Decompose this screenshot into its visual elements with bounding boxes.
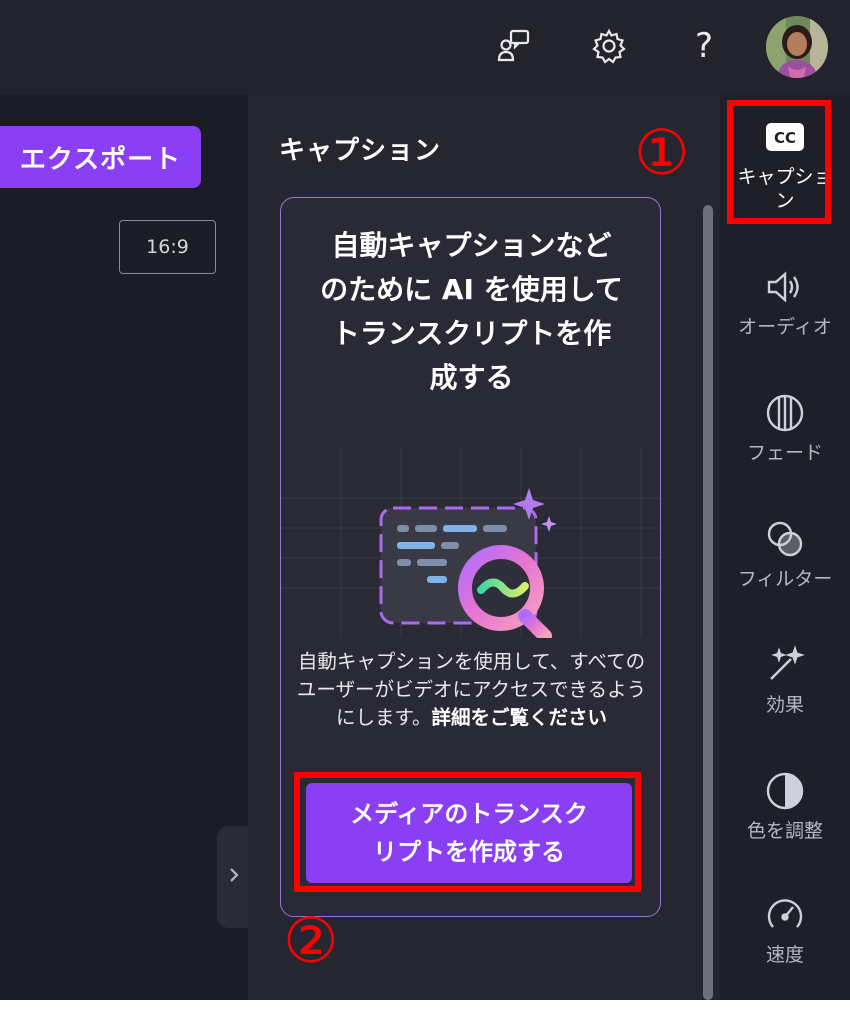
rail-label: フェード (746, 442, 823, 464)
card-description: 自動キャプションを使用して、すべてのユーザーがビデオにアクセスできるようにします… (296, 650, 647, 729)
card-heading: 自動キャプションなど のために AI を使用して トランスクリプトを作 成する (320, 229, 623, 394)
rail-item-effects[interactable]: 効果 (720, 643, 850, 753)
contrast-icon (763, 769, 807, 813)
transcript-illustration (281, 438, 660, 643)
cc-icon: CC (763, 115, 807, 159)
top-bar: ? (0, 0, 850, 95)
rail-item-color-adjust[interactable]: 色を調整 (720, 769, 850, 879)
caption-panel: キャプション 自動キャプションなど のために AI を使用して トランスクリプト… (248, 95, 720, 1000)
annotation-marker-2: ② (283, 904, 339, 977)
filter-icon (763, 517, 807, 561)
export-button[interactable]: エクスポート (0, 126, 201, 188)
transcript-card: 自動キャプションなど のために AI を使用して トランスクリプトを作 成する (280, 197, 661, 917)
speaker-icon (763, 265, 807, 309)
rail-item-audio[interactable]: オーディオ (720, 265, 850, 375)
speedometer-icon (763, 893, 807, 937)
clipchamp-editor: ? エクスポート 16:9 キャプション 自動キャプションなど のために AI … (0, 0, 850, 1000)
rail-label: 効果 (765, 694, 804, 716)
rail-item-fade[interactable]: フェード (720, 391, 850, 501)
rail-label: キャプショ ン (737, 166, 833, 212)
gear-icon[interactable] (589, 26, 629, 66)
rail-label: フィルター (737, 568, 833, 590)
panel-title: キャプション (279, 136, 442, 166)
panel-scrollbar[interactable] (703, 205, 713, 1000)
rail-item-speed[interactable]: 速度 (720, 893, 850, 1000)
annotation-marker-1: ① (634, 116, 690, 189)
rail-item-filters[interactable]: フィルター (720, 517, 850, 627)
help-icon[interactable]: ? (684, 26, 724, 66)
aspect-ratio-button[interactable]: 16:9 (119, 220, 216, 274)
svg-text:CC: CC (774, 129, 796, 147)
magic-wand-icon (763, 643, 807, 687)
fade-icon (763, 391, 807, 435)
feedback-icon[interactable] (494, 26, 534, 66)
preview-area: エクスポート 16:9 (0, 95, 251, 1000)
rail-label: 速度 (765, 944, 804, 966)
collapse-panel-button[interactable] (217, 826, 251, 928)
create-transcript-button[interactable]: メディアのトランスク リプトを作成する (306, 783, 632, 883)
avatar[interactable] (766, 16, 828, 78)
learn-more-link[interactable]: 詳細をご覧ください (432, 706, 608, 729)
rail-label: 色を調整 (746, 820, 823, 842)
rail-label: オーディオ (738, 316, 832, 338)
chevron-right-icon (227, 866, 241, 888)
rail-item-captions[interactable]: CC キャプショ ン (720, 115, 850, 225)
property-rail: CC キャプショ ン オーディオ フェード フィルター 効果 色を調整 速度 (720, 95, 850, 1000)
